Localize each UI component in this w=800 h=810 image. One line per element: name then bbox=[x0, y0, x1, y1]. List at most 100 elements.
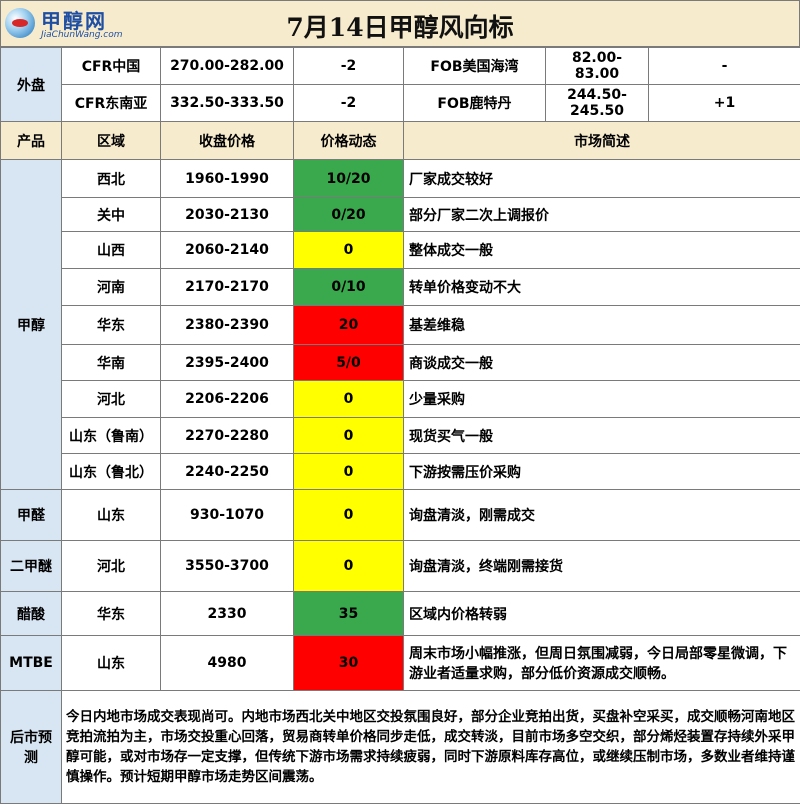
product-label: 二甲醚 bbox=[0, 540, 62, 592]
change-cell: 10/20 bbox=[293, 159, 404, 198]
external-change: - bbox=[648, 47, 800, 85]
external-label: 外盘 bbox=[0, 47, 62, 122]
region-cell: 河北 bbox=[61, 380, 161, 418]
product-label: 甲醛 bbox=[0, 489, 62, 541]
price-cell: 2060-2140 bbox=[160, 231, 294, 269]
summary-cell: 商谈成交一般 bbox=[403, 344, 800, 381]
column-header-change: 价格动态 bbox=[293, 121, 404, 160]
summary-cell: 基差维稳 bbox=[403, 305, 800, 345]
region-cell: 华南 bbox=[61, 344, 161, 381]
methanol-row: 山东（鲁南） 2270-2280 0 现货买气一般 bbox=[1, 417, 800, 454]
summary-cell: 区域内价格转弱 bbox=[403, 591, 800, 636]
external-name: CFR东南亚 bbox=[61, 84, 161, 122]
page-title: 7月14日甲醇风向标 bbox=[286, 13, 514, 42]
region-cell: 河南 bbox=[61, 268, 161, 306]
change-cell: 0 bbox=[293, 380, 404, 418]
price-cell: 2030-2130 bbox=[160, 197, 294, 232]
product-label: 醋酸 bbox=[0, 591, 62, 636]
external-change: +1 bbox=[648, 84, 800, 122]
region-cell: 山东（鲁北） bbox=[61, 453, 161, 490]
change-cell: 5/0 bbox=[293, 344, 404, 381]
summary-cell: 部分厂家二次上调报价 bbox=[403, 197, 800, 232]
methanol-row: 山西 2060-2140 0 整体成交一般 bbox=[1, 231, 800, 269]
summary-cell: 询盘清淡，终端刚需接货 bbox=[403, 540, 800, 592]
external-price: 270.00-282.00 bbox=[160, 47, 294, 85]
column-header-product: 产品 bbox=[0, 121, 62, 160]
forecast-label: 后市预测 bbox=[0, 690, 62, 804]
price-cell: 2170-2170 bbox=[160, 268, 294, 306]
column-header-summary: 市场简述 bbox=[403, 121, 800, 160]
forecast-row: 后市预测 今日内地市场成交表现尚可。内地市场西北关中地区交投氛围良好，部分企业竞… bbox=[0, 690, 800, 804]
region-cell: 山东 bbox=[61, 635, 161, 691]
methanol-row: 甲醇 西北 1960-1990 10/20 厂家成交较好 bbox=[0, 159, 800, 490]
external-row: CFR东南亚 332.50-333.50 -2 FOB鹿特丹 244.50-24… bbox=[1, 84, 800, 122]
change-cell: 0 bbox=[293, 489, 404, 541]
change-cell: 0/10 bbox=[293, 268, 404, 306]
methanol-row: 河南 2170-2170 0/10 转单价格变动不大 bbox=[1, 268, 800, 306]
region-cell: 关中 bbox=[61, 197, 161, 232]
external-price: 332.50-333.50 bbox=[160, 84, 294, 122]
price-table: 外盘 CFR中国 270.00-282.00 -2 FOB美国海湾 82.00-… bbox=[0, 47, 800, 804]
summary-cell: 转单价格变动不大 bbox=[403, 268, 800, 306]
methanol-row: 山东（鲁北） 2240-2250 0 下游按需压价采购 bbox=[1, 453, 800, 490]
product-row: MTBE 山东 4980 30 周末市场小幅推涨，但周日氛围减弱，今日局部零星微调，下游… bbox=[0, 635, 800, 691]
change-cell: 0 bbox=[293, 231, 404, 269]
external-price: 244.50-245.50 bbox=[545, 84, 649, 122]
summary-cell: 现货买气一般 bbox=[403, 417, 800, 454]
methanol-section: 甲醇 西北 1960-1990 10/20 厂家成交较好 关中 2030-2130 0/20 部… bbox=[0, 159, 800, 490]
product-row: 甲醛 山东 930-1070 0 询盘清淡，刚需成交 bbox=[0, 489, 800, 541]
price-cell: 2380-2390 bbox=[160, 305, 294, 345]
region-cell: 山东（鲁南） bbox=[61, 417, 161, 454]
summary-cell: 厂家成交较好 bbox=[403, 159, 800, 198]
region-cell: 西北 bbox=[61, 159, 161, 198]
region-cell: 华东 bbox=[61, 591, 161, 636]
change-cell: 0 bbox=[293, 453, 404, 490]
column-header-region: 区域 bbox=[61, 121, 161, 160]
region-cell: 河北 bbox=[61, 540, 161, 592]
change-cell: 0/20 bbox=[293, 197, 404, 232]
external-name: FOB美国海湾 bbox=[403, 47, 546, 85]
external-change: -2 bbox=[293, 84, 404, 122]
price-cell: 2330 bbox=[160, 591, 294, 636]
other-products-section: 甲醛 山东 930-1070 0 询盘清淡，刚需成交 二甲醚 河北 3550-3700 0 询盘清… bbox=[0, 489, 800, 691]
price-cell: 2395-2400 bbox=[160, 344, 294, 381]
external-name: CFR中国 bbox=[61, 47, 161, 85]
product-label: MTBE bbox=[0, 635, 62, 691]
price-cell: 930-1070 bbox=[160, 489, 294, 541]
external-row: 外盘 CFR中国 270.00-282.00 -2 FOB美国海湾 82.00-… bbox=[0, 47, 800, 122]
title-bar: 甲醇网 JiaChunWang.com 7月14日甲醇风向标 bbox=[0, 0, 800, 47]
summary-cell: 周末市场小幅推涨，但周日氛围减弱，今日局部零星微调，下游业者适量求购，部分低价资… bbox=[403, 635, 800, 691]
change-cell: 35 bbox=[293, 591, 404, 636]
column-header-row: 产品 区域 收盘价格 价格动态 市场简述 bbox=[0, 121, 800, 160]
methanol-row: 关中 2030-2130 0/20 部分厂家二次上调报价 bbox=[1, 197, 800, 232]
summary-cell: 整体成交一般 bbox=[403, 231, 800, 269]
summary-cell: 下游按需压价采购 bbox=[403, 453, 800, 490]
external-name: FOB鹿特丹 bbox=[403, 84, 546, 122]
methanol-row: 华南 2395-2400 5/0 商谈成交一般 bbox=[1, 344, 800, 381]
change-cell: 30 bbox=[293, 635, 404, 691]
summary-cell: 少量采购 bbox=[403, 380, 800, 418]
price-cell: 4980 bbox=[160, 635, 294, 691]
price-cell: 2206-2206 bbox=[160, 380, 294, 418]
price-cell: 1960-1990 bbox=[160, 159, 294, 198]
forecast-text: 今日内地市场成交表现尚可。内地市场西北关中地区交投氛围良好，部分企业竞拍出货，买… bbox=[61, 690, 800, 804]
methanol-row: 河北 2206-2206 0 少量采购 bbox=[1, 380, 800, 418]
methanol-label: 甲醇 bbox=[0, 159, 62, 490]
external-change: -2 bbox=[293, 47, 404, 85]
region-cell: 山东 bbox=[61, 489, 161, 541]
region-cell: 华东 bbox=[61, 305, 161, 345]
price-cell: 2270-2280 bbox=[160, 417, 294, 454]
summary-cell: 询盘清淡，刚需成交 bbox=[403, 489, 800, 541]
price-cell: 2240-2250 bbox=[160, 453, 294, 490]
region-cell: 山西 bbox=[61, 231, 161, 269]
change-cell: 0 bbox=[293, 417, 404, 454]
price-cell: 3550-3700 bbox=[160, 540, 294, 592]
methanol-row: 华东 2380-2390 20 基差维稳 bbox=[1, 305, 800, 345]
change-cell: 0 bbox=[293, 540, 404, 592]
external-price: 82.00-83.00 bbox=[545, 47, 649, 85]
change-cell: 20 bbox=[293, 305, 404, 345]
methanol-indicator-sheet: 甲醇网 JiaChunWang.com 7月14日甲醇风向标 外盘 CFR中国 … bbox=[0, 0, 800, 810]
product-row: 醋酸 华东 2330 35 区域内价格转弱 bbox=[0, 591, 800, 636]
column-header-price: 收盘价格 bbox=[160, 121, 294, 160]
product-row: 二甲醚 河北 3550-3700 0 询盘清淡，终端刚需接货 bbox=[0, 540, 800, 592]
